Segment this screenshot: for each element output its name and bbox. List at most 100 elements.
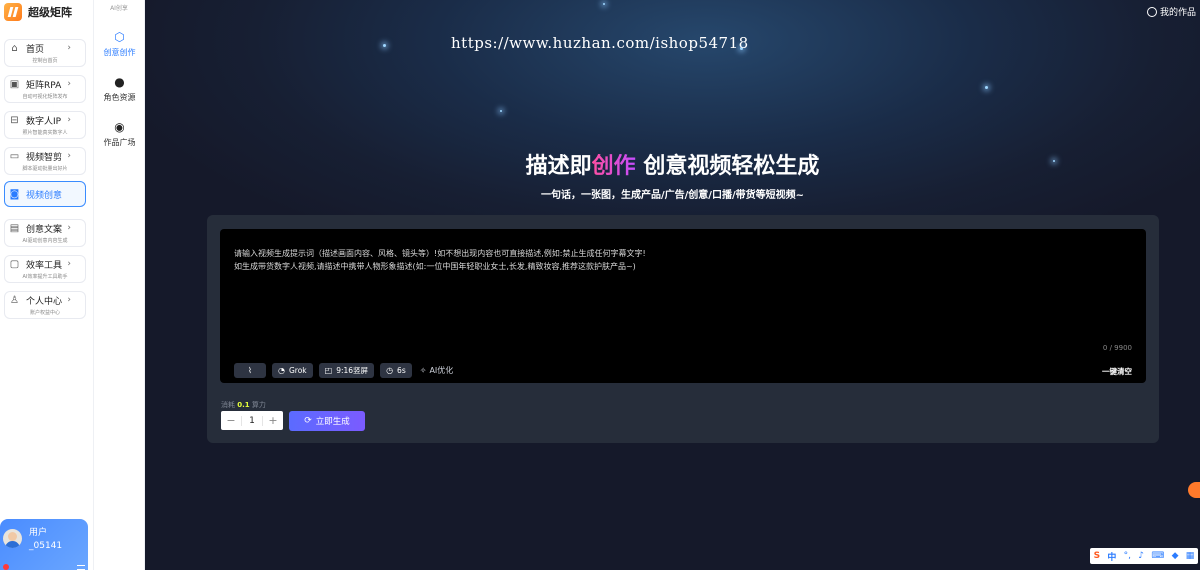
hero-subtitle: 一句话，一张图，生成产品/广告/创意/口播/带货等短视频~ [541,190,804,201]
sidebar-item-video-creative[interactable]: ◙ 视频创意 [4,181,86,207]
chevron-right-icon: › [67,79,71,89]
history-icon [1146,6,1157,17]
cost-value: 0.1 [237,401,250,409]
sidebar-item-label: 视频智剪 [26,153,63,163]
quantity-stepper: − 1 + [221,411,283,430]
sidebar-item-desc: AI效率提升工具助手 [22,274,68,280]
sidebar-item-label: 数字人IP [26,117,62,127]
user-card[interactable]: 用户 _05141 [0,519,88,570]
increment-button[interactable]: + [263,414,283,427]
menu-icon[interactable] [77,564,85,570]
ratio-select[interactable]: ◰ 9:16竖屏 [318,363,375,378]
creative-icon: ⬡ [114,30,125,44]
ai-optimize-button[interactable]: ✧ AI优化 [420,365,454,376]
chevron-right-icon: › [67,43,71,53]
generate-button[interactable]: ⟳ 立即生成 [289,411,365,431]
hero-title-post: 创意视频轻松生成 [635,154,820,179]
sidebar-item-desc: 脚本驱动批量出好片 [22,166,68,172]
model-label: Grok [288,366,307,375]
chevron-right-icon: › [67,223,71,233]
star-decoration [985,86,988,89]
subnav-item-roles[interactable]: ● 角色资源 [94,75,145,103]
sidebar-item-label: 创意文案 [26,225,63,235]
my-works-link[interactable]: 我的作品 [1146,5,1196,18]
user-icon: ♙ [10,295,19,306]
sidebar-item-label: 首页 [26,45,45,55]
subnav-item-label: 角色资源 [103,93,136,102]
chat-float-icon[interactable] [1188,482,1200,498]
cost-info: 消耗 0.1 算力 [221,400,266,410]
sidebar-item-desc: AI驱动创意内容生成 [22,238,68,244]
sparkle-icon: ✧ [419,366,427,375]
sidebar-item-home[interactable]: ⌂ 首页 › 控制台首页 [4,39,86,67]
sidebar-item-label: 效率工具 [26,261,63,271]
subnav-item-create[interactable]: ⬡ 创意创作 [94,30,145,58]
star-decoration [383,44,386,47]
ratio-label: 9:16竖屏 [336,366,369,375]
home-icon: ⌂ [11,43,18,54]
sidebar-item-tools[interactable]: ▢ 效率工具 › AI效率提升工具助手 [4,255,86,283]
ime-brand-icon: S [1093,551,1101,561]
prompt-placeholder: 请输入视频生成提示词（描述画面内容、风格、镜头等）!如不想出现内容也可直接描述,… [234,249,646,271]
paperclip-icon: ⌇ [248,366,252,375]
star-decoration [603,3,605,5]
sidebar-item-copywriting[interactable]: ▤ 创意文案 › AI驱动创意内容生成 [4,219,86,247]
attach-button[interactable]: ⌇ [234,363,266,378]
sidebar-item-desc: 照片智能真实数字人 [22,130,68,136]
people-icon: ● [114,75,125,89]
model-select[interactable]: ◔ Grok [272,363,313,378]
mic-icon: ♪ [1138,551,1145,561]
model-icon: ◔ [278,366,285,375]
grid-icon: ▦ [1185,551,1195,561]
user-id: _05141 [29,541,63,551]
subnav-item-gallery[interactable]: ◉ 作品广场 [94,120,145,148]
cost-unit: 算力 [251,401,266,409]
quantity-input[interactable]: 1 [241,415,263,426]
generate-icon: ⟳ [304,416,312,426]
sidebar-item-digital-human[interactable]: ⊟ 数字人IP › 照片智能真实数字人 [4,111,86,139]
video-icon: ▭ [9,151,20,162]
chevron-right-icon: › [67,115,71,125]
subnav-item-label: 创意创作 [103,48,136,57]
generate-label: 立即生成 [315,417,350,427]
sidebar-item-desc: 自动可视化矩阵发布 [22,94,68,100]
punctuation-icon: °, [1123,551,1132,561]
duration-select[interactable]: ◷ 6s [380,363,412,378]
ime-toolbar[interactable]: S 中 °, ♪ ⌨ ◆ ▦ [1090,548,1198,564]
main-content: https://www.huzhan.com/ishop54718 我的作品 描… [145,0,1200,570]
prompt-textarea[interactable]: 请输入视频生成提示词（描述画面内容、风格、镜头等）!如不想出现内容也可直接描述,… [220,229,1146,383]
avatar [3,529,22,548]
ai-optimize-label: AI优化 [429,366,454,375]
user-card-footer [3,564,85,570]
lock-icon: ⊟ [10,115,19,126]
star-decoration [500,110,502,112]
sidebar-item-video-edit[interactable]: ▭ 视频智剪 › 脚本驱动批量出好片 [4,147,86,175]
keyboard-icon: ⌨ [1151,551,1165,561]
brand-name: 超级矩阵 [28,6,72,19]
monitor-icon: ▤ [9,223,20,234]
sidebar-item-rpa[interactable]: ▣ 矩阵RPA › 自动可视化矩阵发布 [4,75,86,103]
status-dot-icon [3,564,9,570]
editor-toolbar: ⌇ ◔ Grok ◰ 9:16竖屏 ◷ 6s ✧ AI优化 [234,363,453,378]
user-label: 用户 [29,528,48,538]
briefcase-icon: ▢ [9,259,20,270]
sidebar-item-label: 个人中心 [26,297,63,307]
chevron-right-icon: › [67,259,71,269]
calendar-icon: ▣ [9,79,20,90]
user-name: 用户 _05141 [29,527,62,553]
brand[interactable]: 超级矩阵 [0,0,93,24]
decrement-button[interactable]: − [221,414,241,427]
char-counter: 0 / 9900 [1102,344,1132,352]
chevron-right-icon: › [67,151,71,161]
ratio-icon: ◰ [324,366,333,375]
bulb-icon: ◉ [114,120,125,134]
clear-button[interactable]: 一键清空 [1102,366,1132,377]
generator-panel: 请输入视频生成提示词（描述画面内容、风格、镜头等）!如不想出现内容也可直接描述,… [207,215,1159,443]
my-works-label: 我的作品 [1159,8,1196,18]
sidebar-item-profile[interactable]: ♙ 个人中心 › 账户权益中心 [4,291,86,319]
hero-title-highlight: 创作 [591,154,636,179]
sub-navigation: AI创享 ⬡ 创意创作 ● 角色资源 ◉ 作品广场 [94,0,145,570]
camera-icon: ◙ [9,188,20,200]
cost-prefix: 消耗 [221,401,235,409]
hero-title: 描述即创作 创意视频轻松生成 [145,148,1200,180]
